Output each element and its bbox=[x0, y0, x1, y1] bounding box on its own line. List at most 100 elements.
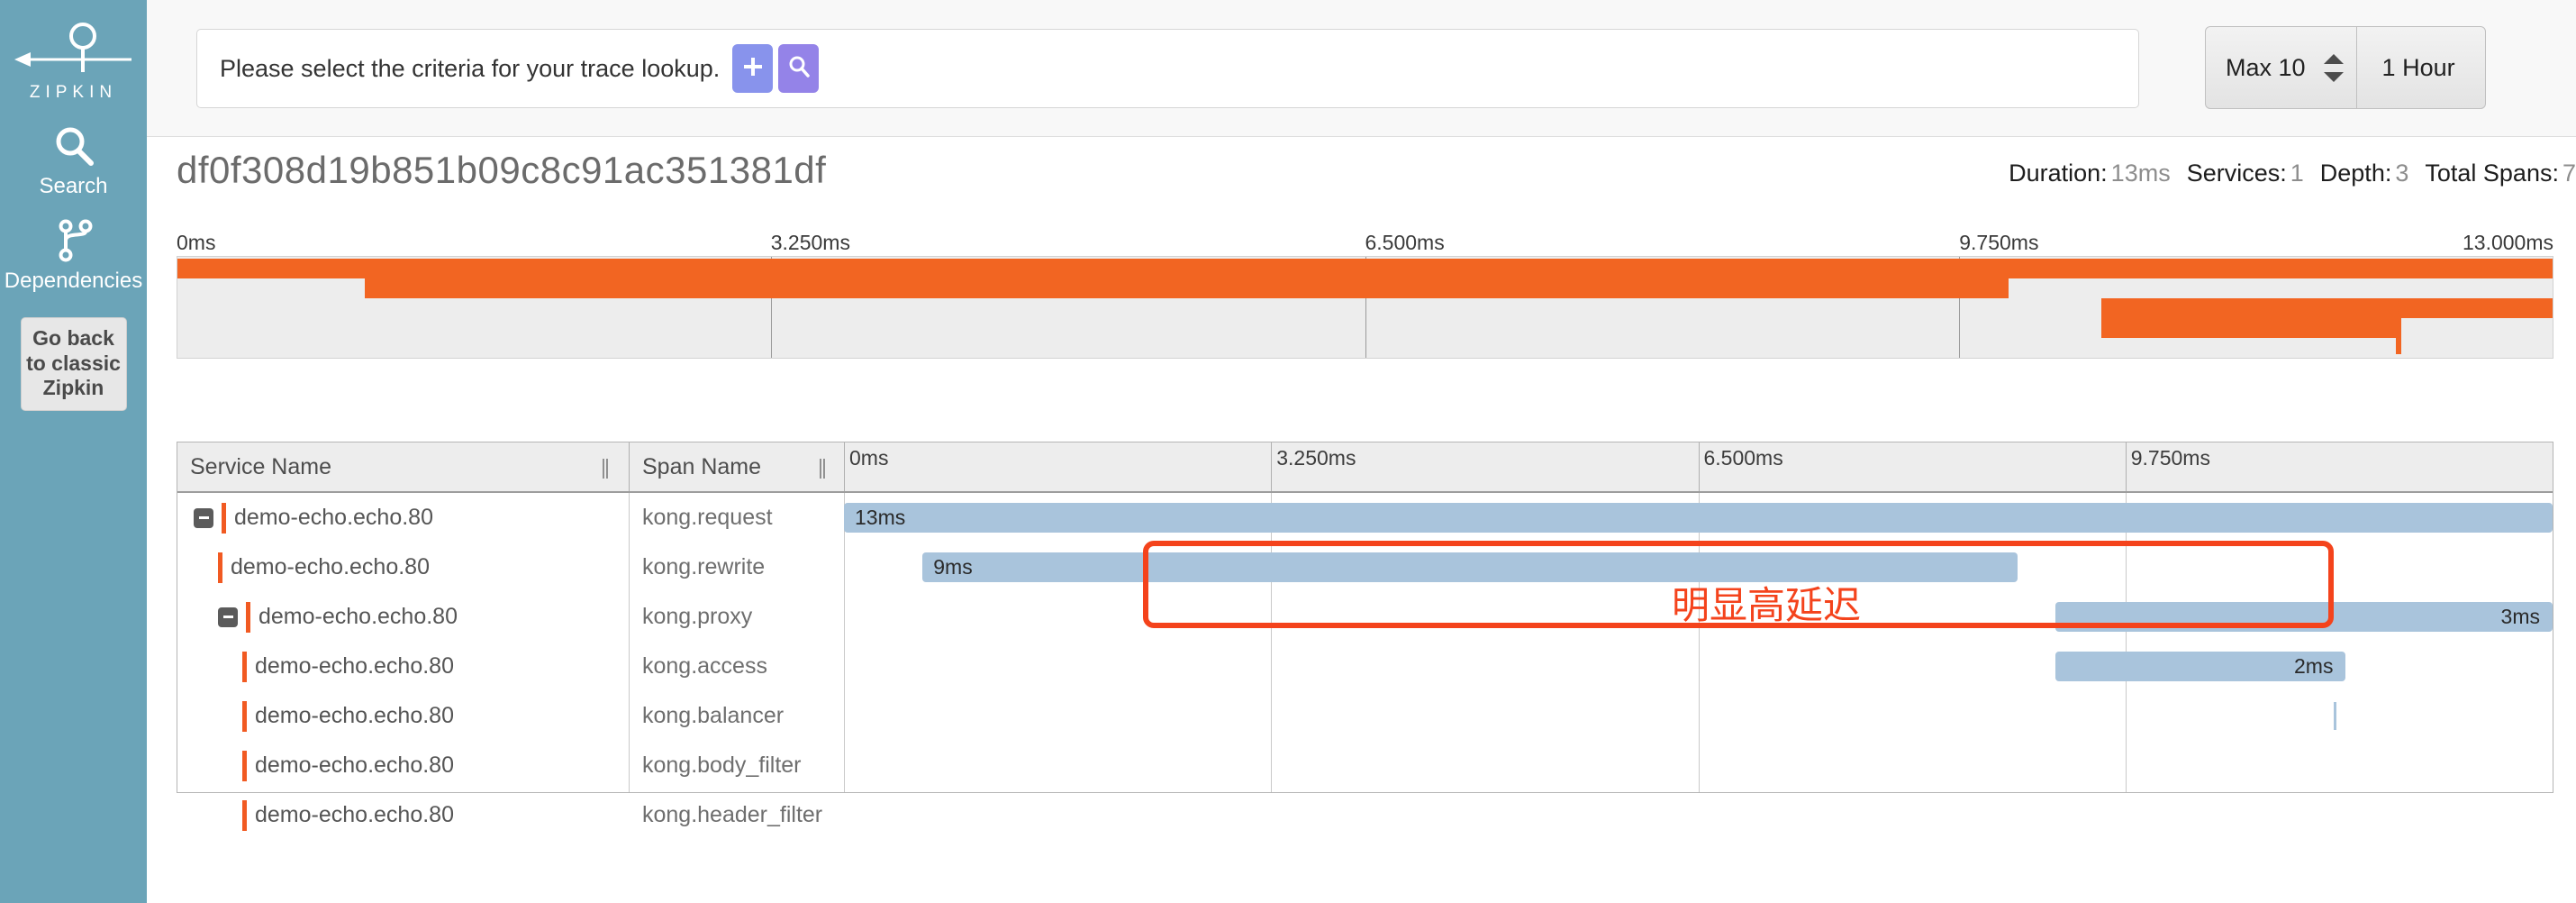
sidebar-item-dependencies-label: Dependencies bbox=[4, 269, 143, 294]
run-query-button[interactable] bbox=[778, 44, 820, 93]
table-row[interactable]: demo-echo.echo.80 kong.proxy 3ms bbox=[177, 592, 2553, 642]
service-name-label: demo-echo.echo.80 bbox=[255, 752, 454, 778]
result-limit-value: Max 10 bbox=[2226, 53, 2306, 81]
service-color-tick bbox=[242, 799, 247, 831]
result-limit-stepper[interactable]: Max 10 bbox=[2206, 27, 2357, 108]
table-row[interactable]: demo-echo.echo.80 kong.request 13ms bbox=[177, 493, 2553, 543]
timeline-gridline-header bbox=[1271, 442, 1273, 491]
service-name-label: demo-echo.echo.80 bbox=[255, 653, 454, 679]
trace-summary-stats: Duration: 13ms Services: 1 Depth: 3 Total Span… bbox=[2009, 160, 2576, 187]
span-name-resize-grip[interactable]: || bbox=[818, 442, 827, 491]
span-table: Service Name || Span Name || 0ms 3.250ms 6… bbox=[177, 442, 2553, 831]
table-row[interactable]: demo-echo.echo.80 kong.balancer bbox=[177, 691, 2553, 741]
service-name-label: demo-echo.echo.80 bbox=[255, 802, 454, 827]
span-table-header: Service Name || Span Name || 0ms 3.250ms 6… bbox=[177, 442, 2553, 493]
stat-value-services: 1 bbox=[2290, 160, 2304, 187]
collapse-toggle-icon[interactable] bbox=[194, 507, 213, 528]
service-name-label: demo-echo.echo.80 bbox=[259, 604, 458, 629]
span-name-label: kong.access bbox=[642, 653, 767, 679]
minimap-tick-label: 0ms bbox=[177, 231, 216, 254]
span-timeline-cell: 13ms bbox=[844, 493, 2553, 543]
search-icon bbox=[50, 123, 97, 174]
trace-id: df0f308d19b851b09c8c91ac351381df bbox=[177, 149, 827, 191]
criteria-bar[interactable]: Please select the criteria for your trac… bbox=[196, 29, 2139, 108]
column-header-service-name[interactable]: Service Name bbox=[190, 442, 613, 491]
span-service-cell: demo-echo.echo.80 bbox=[177, 543, 668, 592]
stepper-increase-icon[interactable] bbox=[2323, 53, 2344, 64]
span-timeline-cell bbox=[844, 790, 2553, 840]
sidebar-item-dependencies[interactable]: Dependencies bbox=[0, 217, 147, 292]
span-service-cell: demo-echo.echo.80 bbox=[177, 741, 693, 790]
annotation-label: 明显高延迟 bbox=[1672, 583, 1862, 627]
table-row[interactable]: demo-echo.echo.80 kong.access 2ms bbox=[177, 642, 2553, 691]
table-row[interactable]: demo-echo.echo.80 kong.rewrite 9ms bbox=[177, 543, 2553, 592]
span-name-label: kong.rewrite bbox=[642, 554, 766, 579]
column-header-span-name[interactable]: Span Name bbox=[642, 442, 827, 491]
span-duration-label: 2ms bbox=[2294, 654, 2334, 678]
stat-label-duration: Duration: bbox=[2009, 160, 2108, 187]
minimap-canvas[interactable] bbox=[177, 256, 2553, 359]
stat-label-depth: Depth: bbox=[2319, 160, 2392, 187]
minimap-span-bar bbox=[2100, 298, 2553, 318]
timeline-tick-label: 0ms bbox=[849, 446, 889, 470]
span-timeline-cell: 2ms bbox=[844, 642, 2553, 691]
stat-label-total-spans: Total Spans: bbox=[2425, 160, 2559, 187]
stat-value-depth: 3 bbox=[2395, 160, 2409, 187]
service-name-label: demo-echo.echo.80 bbox=[231, 554, 430, 579]
timeline-tick-label: 3.250ms bbox=[1276, 446, 1356, 470]
service-color-tick bbox=[222, 502, 226, 534]
service-name-label: demo-echo.echo.80 bbox=[234, 505, 433, 530]
collapse-toggle-icon[interactable] bbox=[218, 607, 238, 627]
span-name-label: kong.header_filter bbox=[642, 802, 823, 827]
table-row[interactable]: demo-echo.echo.80 kong.body_filter bbox=[177, 741, 2553, 790]
minimap-span-bar bbox=[2395, 318, 2401, 354]
column-divider-2 bbox=[844, 442, 845, 491]
timeline-gridline-header bbox=[1698, 442, 1700, 491]
main-content: Please select the criteria for your trac… bbox=[147, 0, 2576, 903]
table-row[interactable]: demo-echo.echo.80 kong.header_filter bbox=[177, 790, 2553, 840]
plus-icon bbox=[740, 54, 766, 84]
stepper-arrows bbox=[2323, 53, 2344, 82]
span-duration-bar[interactable]: 2ms bbox=[2054, 652, 2346, 681]
sidebar: ZIPKIN Search Dependencies Go back to cl… bbox=[0, 0, 147, 903]
sidebar-item-search[interactable]: Search bbox=[0, 123, 147, 197]
stepper-decrease-icon[interactable] bbox=[2323, 71, 2344, 82]
lookback-duration-select[interactable]: 1 Hour bbox=[2357, 27, 2485, 108]
span-duration-label: 9ms bbox=[933, 555, 973, 579]
service-color-tick bbox=[246, 601, 250, 633]
magnifier-icon bbox=[786, 54, 812, 84]
stat-label-services: Services: bbox=[2186, 160, 2287, 187]
span-table-body: demo-echo.echo.80 kong.request 13ms demo-ec… bbox=[177, 493, 2553, 831]
span-service-cell: demo-echo.echo.80 bbox=[177, 691, 693, 741]
go-back-to-classic-zipkin-button[interactable]: Go back to classic Zipkin bbox=[20, 317, 127, 411]
span-service-cell: demo-echo.echo.80 bbox=[177, 592, 668, 642]
service-color-tick bbox=[242, 651, 247, 682]
span-duration-hairline[interactable] bbox=[2334, 702, 2337, 730]
trace-header: df0f308d19b851b09c8c91ac351381df Duratio… bbox=[147, 149, 2576, 203]
minimap-tick-label: 13.000ms bbox=[2462, 231, 2553, 254]
query-controls: Max 10 1 Hour bbox=[2205, 26, 2486, 109]
zipkin-trace-page: ZIPKIN Search Dependencies Go back to cl… bbox=[0, 0, 2576, 903]
minimap-axis: 0ms 3.250ms 6.500ms 9.750ms 13.000ms bbox=[177, 231, 2553, 256]
timeline-tick-label: 9.750ms bbox=[2130, 446, 2210, 470]
add-criteria-button[interactable] bbox=[732, 44, 774, 93]
timeline-gridline-header bbox=[2125, 442, 2127, 491]
criteria-placeholder-text: Please select the criteria for your trac… bbox=[220, 54, 721, 82]
span-duration-bar[interactable]: 13ms bbox=[844, 503, 2553, 533]
span-name-label: kong.balancer bbox=[642, 703, 785, 728]
trace-minimap[interactable]: 0ms 3.250ms 6.500ms 9.750ms 13.000ms bbox=[177, 231, 2553, 366]
span-duration-bar[interactable]: 3ms bbox=[2054, 602, 2553, 632]
minimap-tick-label: 6.500ms bbox=[1365, 231, 1445, 254]
timeline-tick-label: 6.500ms bbox=[1703, 446, 1783, 470]
span-name-label: kong.body_filter bbox=[642, 752, 802, 778]
stat-value-duration: 13ms bbox=[2110, 160, 2171, 187]
minimap-span-bar bbox=[177, 259, 2553, 278]
minimap-tick-label: 3.250ms bbox=[770, 231, 850, 254]
zipkin-logo[interactable]: ZIPKIN bbox=[11, 16, 137, 103]
service-name-resize-grip[interactable]: || bbox=[601, 442, 610, 491]
span-service-cell: demo-echo.echo.80 bbox=[177, 642, 693, 691]
minimap-span-bar bbox=[365, 278, 2009, 298]
dependencies-icon bbox=[50, 217, 97, 269]
span-name-label: kong.request bbox=[642, 505, 773, 530]
span-name-label: kong.proxy bbox=[642, 604, 753, 629]
